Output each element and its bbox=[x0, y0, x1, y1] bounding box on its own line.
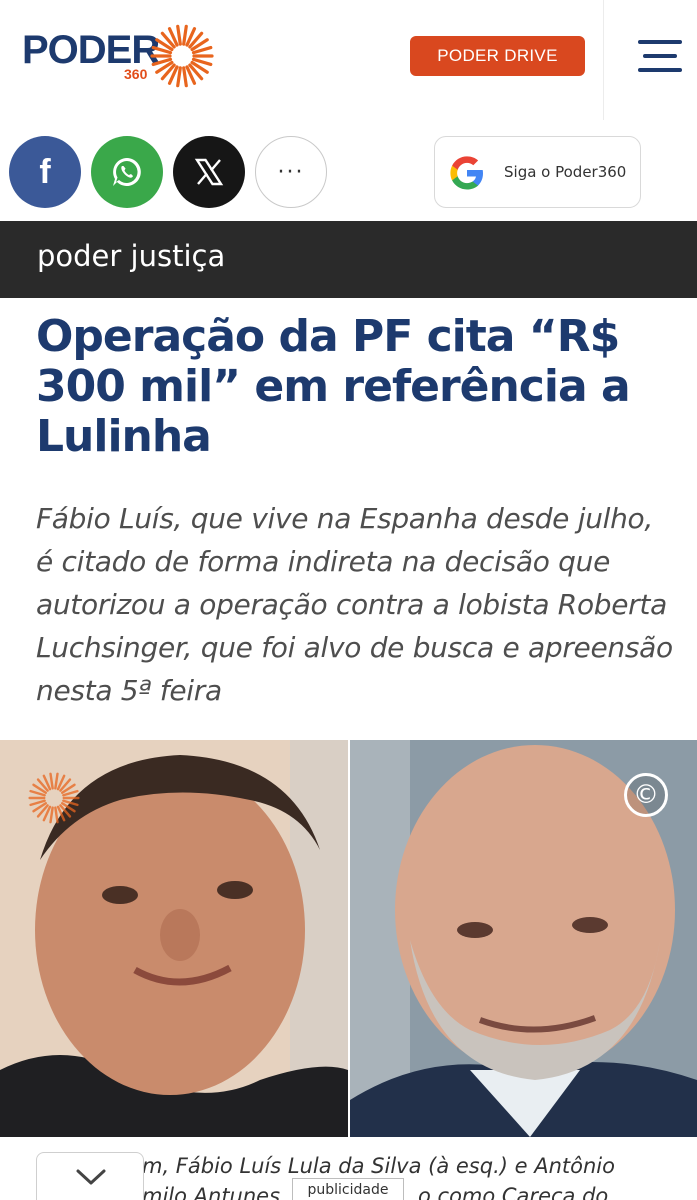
x-icon bbox=[194, 158, 224, 186]
poder360-logo[interactable]: PODER 360 bbox=[22, 24, 222, 88]
facebook-icon: f bbox=[39, 152, 51, 191]
header-divider bbox=[603, 0, 604, 120]
article-photo[interactable] bbox=[0, 740, 697, 1137]
collapse-ad-button[interactable] bbox=[36, 1152, 144, 1200]
article-headline: Operação da PF cita “R$ 300 mil” em refe… bbox=[36, 311, 631, 462]
section-label[interactable]: poder justiça bbox=[37, 239, 225, 273]
article-subtitle: Fábio Luís, que vive na Espanha desde ju… bbox=[36, 502, 673, 707]
google-follow-label: Siga o Poder360 bbox=[504, 163, 627, 181]
facebook-share-button[interactable]: f bbox=[9, 136, 81, 208]
chevron-down-icon bbox=[76, 1169, 106, 1185]
copyright-icon[interactable]: © bbox=[624, 773, 668, 817]
hamburger-menu-icon[interactable] bbox=[638, 38, 682, 74]
logo-360: 360 bbox=[124, 66, 148, 82]
more-share-button[interactable]: ··· bbox=[255, 136, 327, 208]
caption-line-2: milo Antunes, bbox=[142, 1184, 287, 1200]
google-icon bbox=[450, 156, 483, 190]
sunburst-logo-icon bbox=[150, 24, 214, 88]
site-header: PODER 360 PODER DRIVE bbox=[0, 0, 697, 120]
more-icon: ··· bbox=[277, 159, 305, 185]
share-bar: f ··· Siga o Poder360 bbox=[0, 120, 697, 221]
ad-label: publicidade bbox=[292, 1178, 404, 1200]
x-share-button[interactable] bbox=[173, 136, 245, 208]
google-follow-button[interactable]: Siga o Poder360 bbox=[434, 136, 641, 208]
caption-line-2-end: o como Careca do bbox=[418, 1184, 609, 1200]
section-bar: poder justiça bbox=[0, 221, 697, 298]
whatsapp-share-button[interactable] bbox=[91, 136, 163, 208]
poder-drive-button[interactable]: PODER DRIVE bbox=[410, 36, 585, 76]
caption-line-1: m, Fábio Luís Lula da Silva (à esq.) e A… bbox=[142, 1154, 615, 1178]
whatsapp-icon bbox=[113, 158, 141, 186]
poder360-watermark-icon bbox=[28, 772, 80, 824]
